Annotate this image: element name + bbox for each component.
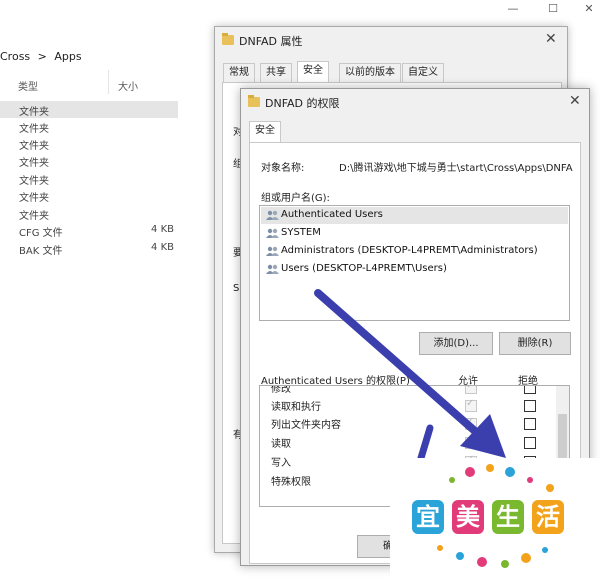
minimize-button[interactable]: —	[502, 2, 524, 16]
permission-name: 读取	[271, 439, 291, 450]
users-icon	[266, 210, 279, 220]
file-type: 文件夹	[19, 107, 49, 118]
file-row[interactable]: 文件夹	[0, 118, 178, 135]
maximize-button[interactable]: ☐	[542, 2, 564, 16]
users-icon	[266, 264, 279, 274]
deny-checkbox[interactable]	[524, 386, 536, 394]
user-name: Users (DESKTOP-L4PREMT\Users)	[281, 263, 447, 274]
folder-icon	[222, 33, 234, 45]
file-type: CFG 文件	[19, 228, 63, 239]
file-row[interactable]: CFG 文件 4 KB	[0, 222, 178, 239]
tab-customize[interactable]: 自定义	[402, 63, 444, 83]
chevron-right-icon: >	[37, 50, 47, 63]
file-type: 文件夹	[19, 193, 49, 204]
tab-general[interactable]: 常规	[223, 63, 255, 83]
allow-checkbox[interactable]	[465, 398, 477, 412]
remove-button[interactable]: 删除(R)	[499, 332, 571, 355]
file-type: 文件夹	[19, 158, 49, 169]
file-type: 文件夹	[19, 141, 49, 152]
dialog-title: DNFAD 属性	[239, 35, 303, 48]
file-row[interactable]: 文件夹	[0, 170, 178, 187]
column-header-type[interactable]: 类型	[18, 78, 38, 93]
file-row[interactable]: 文件夹	[0, 135, 178, 152]
column-divider[interactable]	[108, 70, 109, 94]
user-list[interactable]: Authenticated Users SYSTEM Administrator…	[259, 205, 570, 321]
logo-character: 活	[532, 500, 564, 534]
breadcrumb-item[interactable]: Cross	[0, 50, 30, 63]
list-item[interactable]: Administrators (DESKTOP-L4PREMT\Administ…	[261, 243, 568, 260]
user-name: SYSTEM	[281, 227, 321, 238]
user-name: Administrators (DESKTOP-L4PREMT\Administ…	[281, 245, 538, 256]
file-type: 文件夹	[19, 124, 49, 135]
deny-checkbox[interactable]	[524, 437, 536, 449]
tab-sharing[interactable]: 共享	[260, 63, 292, 83]
file-row[interactable]: 文件夹	[0, 187, 178, 204]
logo-character: 宜	[412, 500, 444, 534]
permission-name: 写入	[271, 458, 291, 469]
list-item[interactable]: SYSTEM	[261, 225, 568, 242]
logo-character: 美	[452, 500, 484, 534]
file-row[interactable]: 文件夹	[0, 152, 178, 169]
tab-security[interactable]: 安全	[297, 61, 329, 83]
folder-icon	[248, 95, 260, 107]
list-item[interactable]: Users (DESKTOP-L4PREMT\Users)	[261, 261, 568, 278]
permission-row: 读取和执行	[260, 396, 550, 414]
file-size: 4 KB	[151, 242, 174, 253]
close-icon[interactable]: ✕	[569, 93, 581, 109]
user-name: Authenticated Users	[281, 209, 383, 220]
permission-row: 读取	[260, 433, 550, 451]
permission-name: 读取和执行	[271, 402, 321, 413]
tab-security[interactable]: 安全	[249, 121, 281, 143]
permission-name: 特殊权限	[271, 477, 311, 488]
file-type: 文件夹	[19, 211, 49, 222]
allow-checkbox[interactable]	[465, 386, 477, 394]
column-header-size[interactable]: 大小	[118, 78, 138, 93]
add-button[interactable]: 添加(D)...	[419, 332, 493, 355]
file-row[interactable]: 文件夹	[0, 101, 178, 118]
deny-checkbox[interactable]	[524, 418, 536, 430]
permission-row: 列出文件夹内容	[260, 414, 550, 432]
close-window-button[interactable]: ✕	[578, 2, 600, 16]
dialog-title: DNFAD 的权限	[265, 97, 340, 110]
breadcrumb-item[interactable]: Apps	[54, 50, 81, 63]
file-row[interactable]: BAK 文件 4 KB	[0, 240, 178, 257]
breadcrumb: Cross > Apps	[0, 50, 82, 63]
close-icon[interactable]: ✕	[545, 31, 557, 47]
allow-checkbox[interactable]	[465, 435, 477, 449]
file-type: 文件夹	[19, 176, 49, 187]
file-type: BAK 文件	[19, 246, 63, 257]
logo-character: 生	[492, 500, 524, 534]
permission-name: 列出文件夹内容	[271, 420, 341, 431]
allow-checkbox[interactable]	[465, 416, 477, 430]
permission-name: 修改	[271, 385, 291, 395]
list-item[interactable]: Authenticated Users	[261, 207, 568, 224]
users-icon	[266, 228, 279, 238]
object-path: D:\腾讯游戏\地下城与勇士\start\Cross\Apps\DNFA	[339, 163, 573, 174]
file-size: 4 KB	[151, 224, 174, 235]
scrollbar-thumb[interactable]	[558, 414, 567, 462]
tab-previous-versions[interactable]: 以前的版本	[339, 63, 401, 83]
group-user-label: 组或用户名(G):	[261, 193, 330, 204]
watermark-logo: 宜 美 生 活	[390, 458, 600, 579]
object-name-label: 对象名称:	[261, 163, 305, 174]
permission-row: 修改	[260, 385, 550, 396]
file-row[interactable]: 文件夹	[0, 205, 178, 222]
deny-checkbox[interactable]	[524, 400, 536, 412]
peek-text: S	[233, 283, 240, 294]
users-icon	[266, 246, 279, 256]
